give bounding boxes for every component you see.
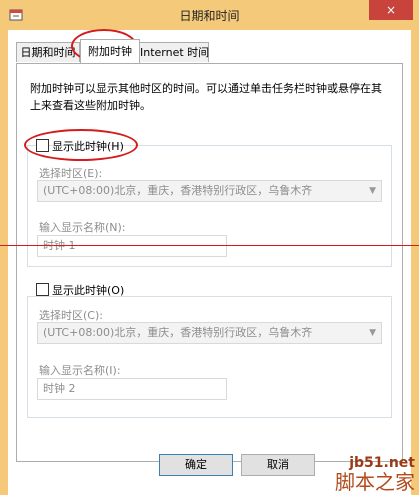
clock2-timezone-label: 选择时区(C): <box>39 309 103 322</box>
clock2-name-input[interactable]: 时钟 2 <box>37 378 227 400</box>
annotation-line <box>0 245 419 246</box>
tab-internet-time[interactable]: Internet 时间 <box>139 42 209 62</box>
dialog-client: 日期和时间 附加时钟 Internet 时间 附加时钟可以显示其他时区的时间。可… <box>8 30 411 495</box>
watermark-name: 脚本之家 <box>335 470 415 494</box>
watermark: jb51.net 脚本之家 <box>335 455 415 493</box>
chevron-down-icon: ▼ <box>369 186 376 196</box>
clock2-show-checkbox[interactable] <box>36 283 49 296</box>
window-title: 日期和时间 <box>179 9 240 23</box>
clock2-timezone-value: (UTC+08:00)北京，重庆，香港特别行政区，乌鲁木齐 <box>43 326 313 339</box>
clock2-name-label: 输入显示名称(I): <box>39 364 121 377</box>
clock1-timezone-label: 选择时区(E): <box>39 167 103 180</box>
close-icon: × <box>385 3 397 17</box>
ok-button[interactable]: 确定 <box>159 454 233 476</box>
clock2-show-label[interactable]: 显示此时钟(O) <box>52 282 124 298</box>
clock1-timezone-value: (UTC+08:00)北京，重庆，香港特别行政区，乌鲁木齐 <box>43 184 313 197</box>
chevron-down-icon: ▼ <box>369 328 376 338</box>
close-button[interactable]: × <box>369 0 413 20</box>
tab-additional-clocks[interactable]: 附加时钟 <box>80 39 140 63</box>
cancel-button[interactable]: 取消 <box>241 454 315 476</box>
clock1-name-input[interactable]: 时钟 1 <box>37 235 227 257</box>
clock1-name-label: 输入显示名称(N): <box>39 221 126 234</box>
clock1-timezone-select[interactable]: (UTC+08:00)北京，重庆，香港特别行政区，乌鲁木齐 ▼ <box>37 180 382 202</box>
title-bar: 日期和时间 × <box>0 0 419 30</box>
clock2-timezone-select[interactable]: (UTC+08:00)北京，重庆，香港特别行政区，乌鲁木齐 ▼ <box>37 322 382 344</box>
annotation-ellipse-checkbox <box>24 129 138 161</box>
description-text: 附加时钟可以显示其他时区的时间。可以通过单击任务栏时钟或悬停在其上来查看这些附加… <box>30 82 382 112</box>
watermark-site: jb51.net <box>349 455 415 471</box>
